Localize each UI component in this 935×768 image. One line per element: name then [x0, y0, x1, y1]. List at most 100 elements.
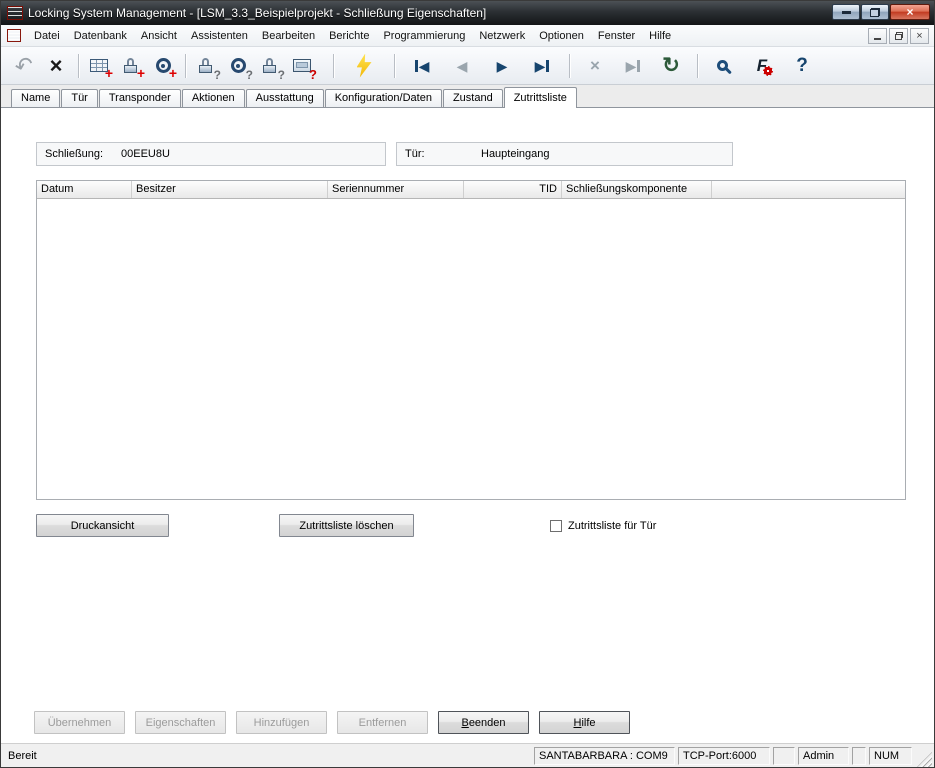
read-transponder-icon: ?: [227, 55, 249, 77]
tab-konfiguration-daten[interactable]: Konfiguration/Daten: [325, 89, 442, 107]
tab-transponder[interactable]: Transponder: [99, 89, 181, 107]
statusbar: Bereit SANTABARBARA : COM9 TCP-Port:6000…: [1, 743, 934, 767]
new-lock-button[interactable]: +: [116, 51, 146, 81]
status-tcp-port: TCP-Port:6000: [678, 747, 770, 765]
menu-datenbank[interactable]: Datenbank: [67, 27, 134, 45]
menu-datei[interactable]: Datei: [27, 27, 67, 45]
menubar: Datei Datenbank Ansicht Assistenten Bear…: [1, 25, 934, 47]
tab-ausstattung[interactable]: Ausstattung: [246, 89, 324, 107]
filter-settings-button[interactable]: F: [747, 51, 777, 81]
door-label: Tür:: [405, 148, 467, 160]
tab-zutrittsliste[interactable]: Zutrittsliste: [504, 87, 577, 108]
refresh-icon: ↻: [662, 55, 680, 76]
resize-grip[interactable]: [917, 752, 932, 767]
tab-name[interactable]: Name: [11, 89, 60, 107]
previous-record-icon: ◀: [457, 59, 468, 73]
child-window-icon[interactable]: [7, 29, 21, 42]
search-button[interactable]: [707, 51, 737, 81]
toolbar-separator: [185, 54, 186, 78]
tab-tuer[interactable]: Tür: [61, 89, 98, 107]
column-header-datum[interactable]: Datum: [37, 181, 132, 198]
previous-record-button[interactable]: ◀: [447, 51, 477, 81]
child-close-button[interactable]: ×: [910, 28, 929, 44]
tab-aktionen[interactable]: Aktionen: [182, 89, 245, 107]
properties-button[interactable]: Eigenschaften: [135, 711, 226, 734]
dialog-button-bar: Übernehmen Eigenschaften Hinzufügen Entf…: [1, 703, 934, 743]
menu-bearbeiten[interactable]: Bearbeiten: [255, 27, 322, 45]
next-record-button[interactable]: ▶: [487, 51, 517, 81]
first-record-icon: ◀: [415, 59, 430, 73]
menu-programmierung[interactable]: Programmierung: [376, 27, 472, 45]
help-icon: ?: [796, 56, 808, 75]
remove-button[interactable]: Entfernen: [337, 711, 428, 734]
status-num-lock: NUM: [869, 747, 912, 765]
program-button[interactable]: [349, 51, 379, 81]
menu-assistenten[interactable]: Assistenten: [184, 27, 255, 45]
door-value: Haupteingang: [481, 148, 550, 160]
menu-netzwerk[interactable]: Netzwerk: [472, 27, 532, 45]
status-ready: Bereit: [3, 750, 534, 762]
read-lock-2-button[interactable]: ?: [255, 51, 285, 81]
new-transponder-button[interactable]: +: [148, 51, 178, 81]
print-view-button[interactable]: Druckansicht: [36, 514, 169, 537]
status-server: SANTABARBARA : COM9: [534, 747, 675, 765]
first-record-button[interactable]: ◀: [407, 51, 437, 81]
exit-button[interactable]: Beenden: [438, 711, 529, 734]
column-header-seriennummer[interactable]: Seriennummer: [328, 181, 464, 198]
child-restore-button[interactable]: [889, 28, 908, 44]
tab-strip: Name Tür Transponder Aktionen Ausstattun…: [1, 85, 934, 107]
last-record-icon: ▶: [535, 59, 550, 73]
app-logo-icon[interactable]: [7, 6, 23, 20]
add-button[interactable]: Hinzufügen: [236, 711, 327, 734]
cancel-button[interactable]: ×: [580, 51, 610, 81]
refresh-button[interactable]: ↻: [656, 51, 686, 81]
read-lock-button[interactable]: ?: [191, 51, 221, 81]
column-header-tid[interactable]: TID: [464, 181, 562, 198]
apply-button[interactable]: Übernehmen: [34, 711, 125, 734]
last-record-button[interactable]: ▶: [527, 51, 557, 81]
new-locking-system-button[interactable]: +: [84, 51, 114, 81]
skip-record-button[interactable]: ▶: [618, 51, 648, 81]
restore-icon: [870, 8, 880, 17]
toolbar-separator: [569, 54, 570, 78]
menu-fenster[interactable]: Fenster: [591, 27, 642, 45]
column-header-besitzer[interactable]: Besitzer: [132, 181, 328, 198]
toolbar-separator: [394, 54, 395, 78]
read-display-icon: ?: [291, 55, 313, 77]
child-minimize-button[interactable]: [868, 28, 887, 44]
skip-record-icon: ▶: [626, 59, 641, 73]
menu-berichte[interactable]: Berichte: [322, 27, 376, 45]
toolbar-separator: [333, 54, 334, 78]
read-transponder-button[interactable]: ?: [223, 51, 253, 81]
help-button[interactable]: ?: [787, 51, 817, 81]
filter-settings-icon: F: [751, 55, 773, 77]
menu-optionen[interactable]: Optionen: [532, 27, 591, 45]
restore-button[interactable]: [861, 4, 889, 20]
menu-ansicht[interactable]: Ansicht: [134, 27, 184, 45]
undo-button[interactable]: ↶: [9, 51, 39, 81]
disconnect-button[interactable]: ×: [41, 51, 71, 81]
minimize-button[interactable]: [832, 4, 860, 20]
child-window-controls: ×: [868, 28, 931, 44]
menu-hilfe[interactable]: Hilfe: [642, 27, 678, 45]
access-list-for-door-checkbox[interactable]: [550, 520, 562, 532]
lock-label: Schließung:: [45, 148, 107, 160]
column-header-empty[interactable]: [712, 181, 905, 198]
next-record-icon: ▶: [497, 59, 508, 73]
minimize-icon: [842, 11, 851, 14]
disconnect-icon: ×: [50, 55, 63, 77]
dialog-help-button[interactable]: Hilfe: [539, 711, 630, 734]
column-header-schliessungskomponente[interactable]: Schließungskomponente: [562, 181, 712, 198]
child-restore-icon: [895, 32, 903, 40]
zutrittsliste-panel: Schließung: 00EEU8U Tür: Haupteingang Da…: [1, 107, 934, 703]
access-list-for-door-option: Zutrittsliste für Tür: [550, 520, 656, 532]
access-list-for-door-label: Zutrittsliste für Tür: [568, 520, 656, 532]
tab-zustand[interactable]: Zustand: [443, 89, 503, 107]
read-display-button[interactable]: ?: [287, 51, 317, 81]
door-field: Tür: Haupteingang: [396, 142, 733, 166]
lock-field: Schließung: 00EEU8U: [36, 142, 386, 166]
close-button[interactable]: ×: [890, 4, 930, 20]
new-transponder-icon: +: [152, 55, 174, 77]
clear-access-list-button[interactable]: Zutrittsliste löschen: [279, 514, 414, 537]
close-icon: ×: [906, 5, 913, 19]
